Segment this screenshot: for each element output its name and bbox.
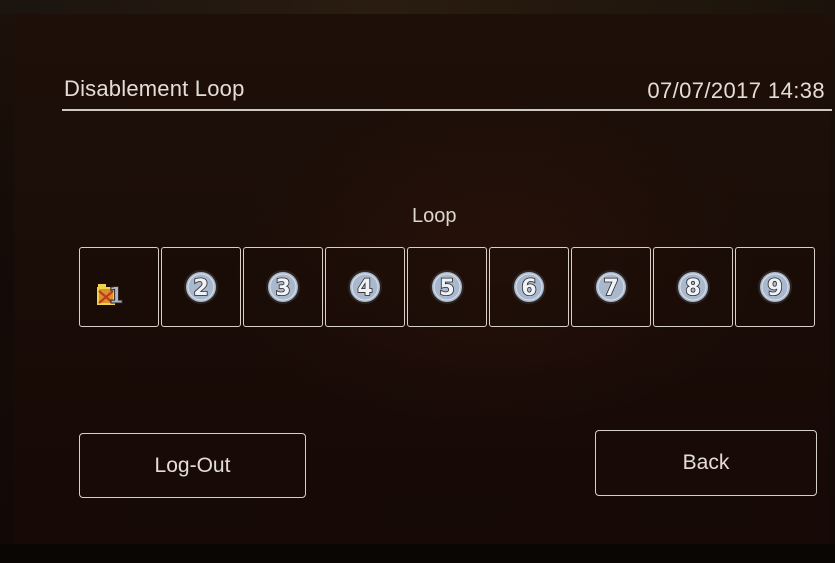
loop-label: Loop xyxy=(412,205,457,227)
loop-button-9[interactable]: 9 xyxy=(735,247,815,327)
loop-number: 9 xyxy=(767,276,782,301)
loop-number: 8 xyxy=(685,276,700,301)
circle-number-icon: 7 xyxy=(594,270,628,304)
loop-number: 6 xyxy=(521,276,536,301)
logout-button[interactable]: Log-Out xyxy=(79,433,306,498)
circle-number-icon: 4 xyxy=(348,270,382,304)
loop-number: 1 xyxy=(108,284,123,309)
header-divider xyxy=(62,109,832,111)
bezel-top xyxy=(0,0,835,14)
loop-button-8[interactable]: 8 xyxy=(653,247,733,327)
circle-number-icon: 2 xyxy=(184,270,218,304)
loop-number: 7 xyxy=(603,276,618,301)
loop-buttons-row: 1 2 3 4 5 6 7 8 9 xyxy=(79,247,820,329)
loop-number: 5 xyxy=(439,276,454,301)
loop-button-1[interactable]: 1 xyxy=(79,247,159,327)
bezel-bottom xyxy=(0,544,835,563)
loop-button-3[interactable]: 3 xyxy=(243,247,323,327)
folder-disabled-icon: 1 xyxy=(97,284,124,310)
back-button[interactable]: Back xyxy=(595,430,817,496)
circle-number-icon: 9 xyxy=(758,270,792,304)
loop-button-5[interactable]: 5 xyxy=(407,247,487,327)
back-label: Back xyxy=(682,451,730,474)
loop-button-4[interactable]: 4 xyxy=(325,247,405,327)
loop-button-7[interactable]: 7 xyxy=(571,247,651,327)
circle-number-icon: 8 xyxy=(676,270,710,304)
circle-number-icon: 3 xyxy=(266,270,300,304)
logout-label: Log-Out xyxy=(154,453,231,477)
loop-number: 4 xyxy=(357,276,372,301)
datetime-display: 07/07/2017 14:38 xyxy=(647,78,825,103)
loop-button-2[interactable]: 2 xyxy=(161,247,241,327)
page-title: Disablement Loop xyxy=(64,76,245,101)
circle-number-icon: 6 xyxy=(512,270,546,304)
loop-button-6[interactable]: 6 xyxy=(489,247,569,327)
loop-number: 2 xyxy=(193,276,208,301)
loop-number: 3 xyxy=(275,276,290,301)
circle-number-icon: 5 xyxy=(430,270,464,304)
